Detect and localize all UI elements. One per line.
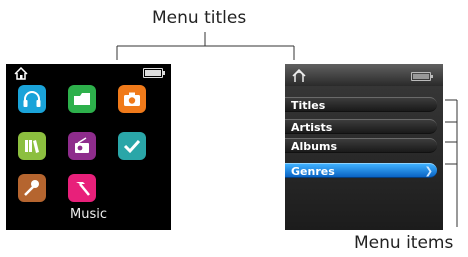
home-icon[interactable] xyxy=(14,65,28,84)
menu-item-label: Artists xyxy=(291,121,333,134)
battery-icon xyxy=(143,68,165,78)
headphones-icon[interactable] xyxy=(18,85,46,113)
menu-item-label: Genres xyxy=(291,165,335,178)
menu-item-genres[interactable]: Genres ❯ xyxy=(285,163,437,178)
status-bar xyxy=(285,64,443,86)
book-icon[interactable] xyxy=(18,132,46,160)
battery-icon xyxy=(411,72,433,81)
folder-icon[interactable] xyxy=(68,85,96,113)
menu-item-artists[interactable]: Artists xyxy=(285,119,437,134)
menu-item-titles[interactable]: Titles xyxy=(285,97,437,112)
home-icon[interactable] xyxy=(292,68,306,87)
tools-icon[interactable] xyxy=(68,174,96,202)
main-menu-screen: Music xyxy=(6,64,171,230)
status-bar xyxy=(6,64,171,80)
music-menu-screen: Titles Artists Albums Genres ❯ xyxy=(285,64,443,230)
menu-item-label: Albums xyxy=(291,140,337,153)
microphone-icon[interactable] xyxy=(18,174,46,202)
menu-item-label: Titles xyxy=(291,99,326,112)
check-icon[interactable] xyxy=(118,132,146,160)
selected-app-caption: Music xyxy=(70,207,107,222)
menu-item-albums[interactable]: Albums xyxy=(285,138,437,153)
chevron-right-icon: ❯ xyxy=(424,166,433,177)
radio-icon[interactable] xyxy=(68,132,96,160)
camera-icon[interactable] xyxy=(118,85,146,113)
